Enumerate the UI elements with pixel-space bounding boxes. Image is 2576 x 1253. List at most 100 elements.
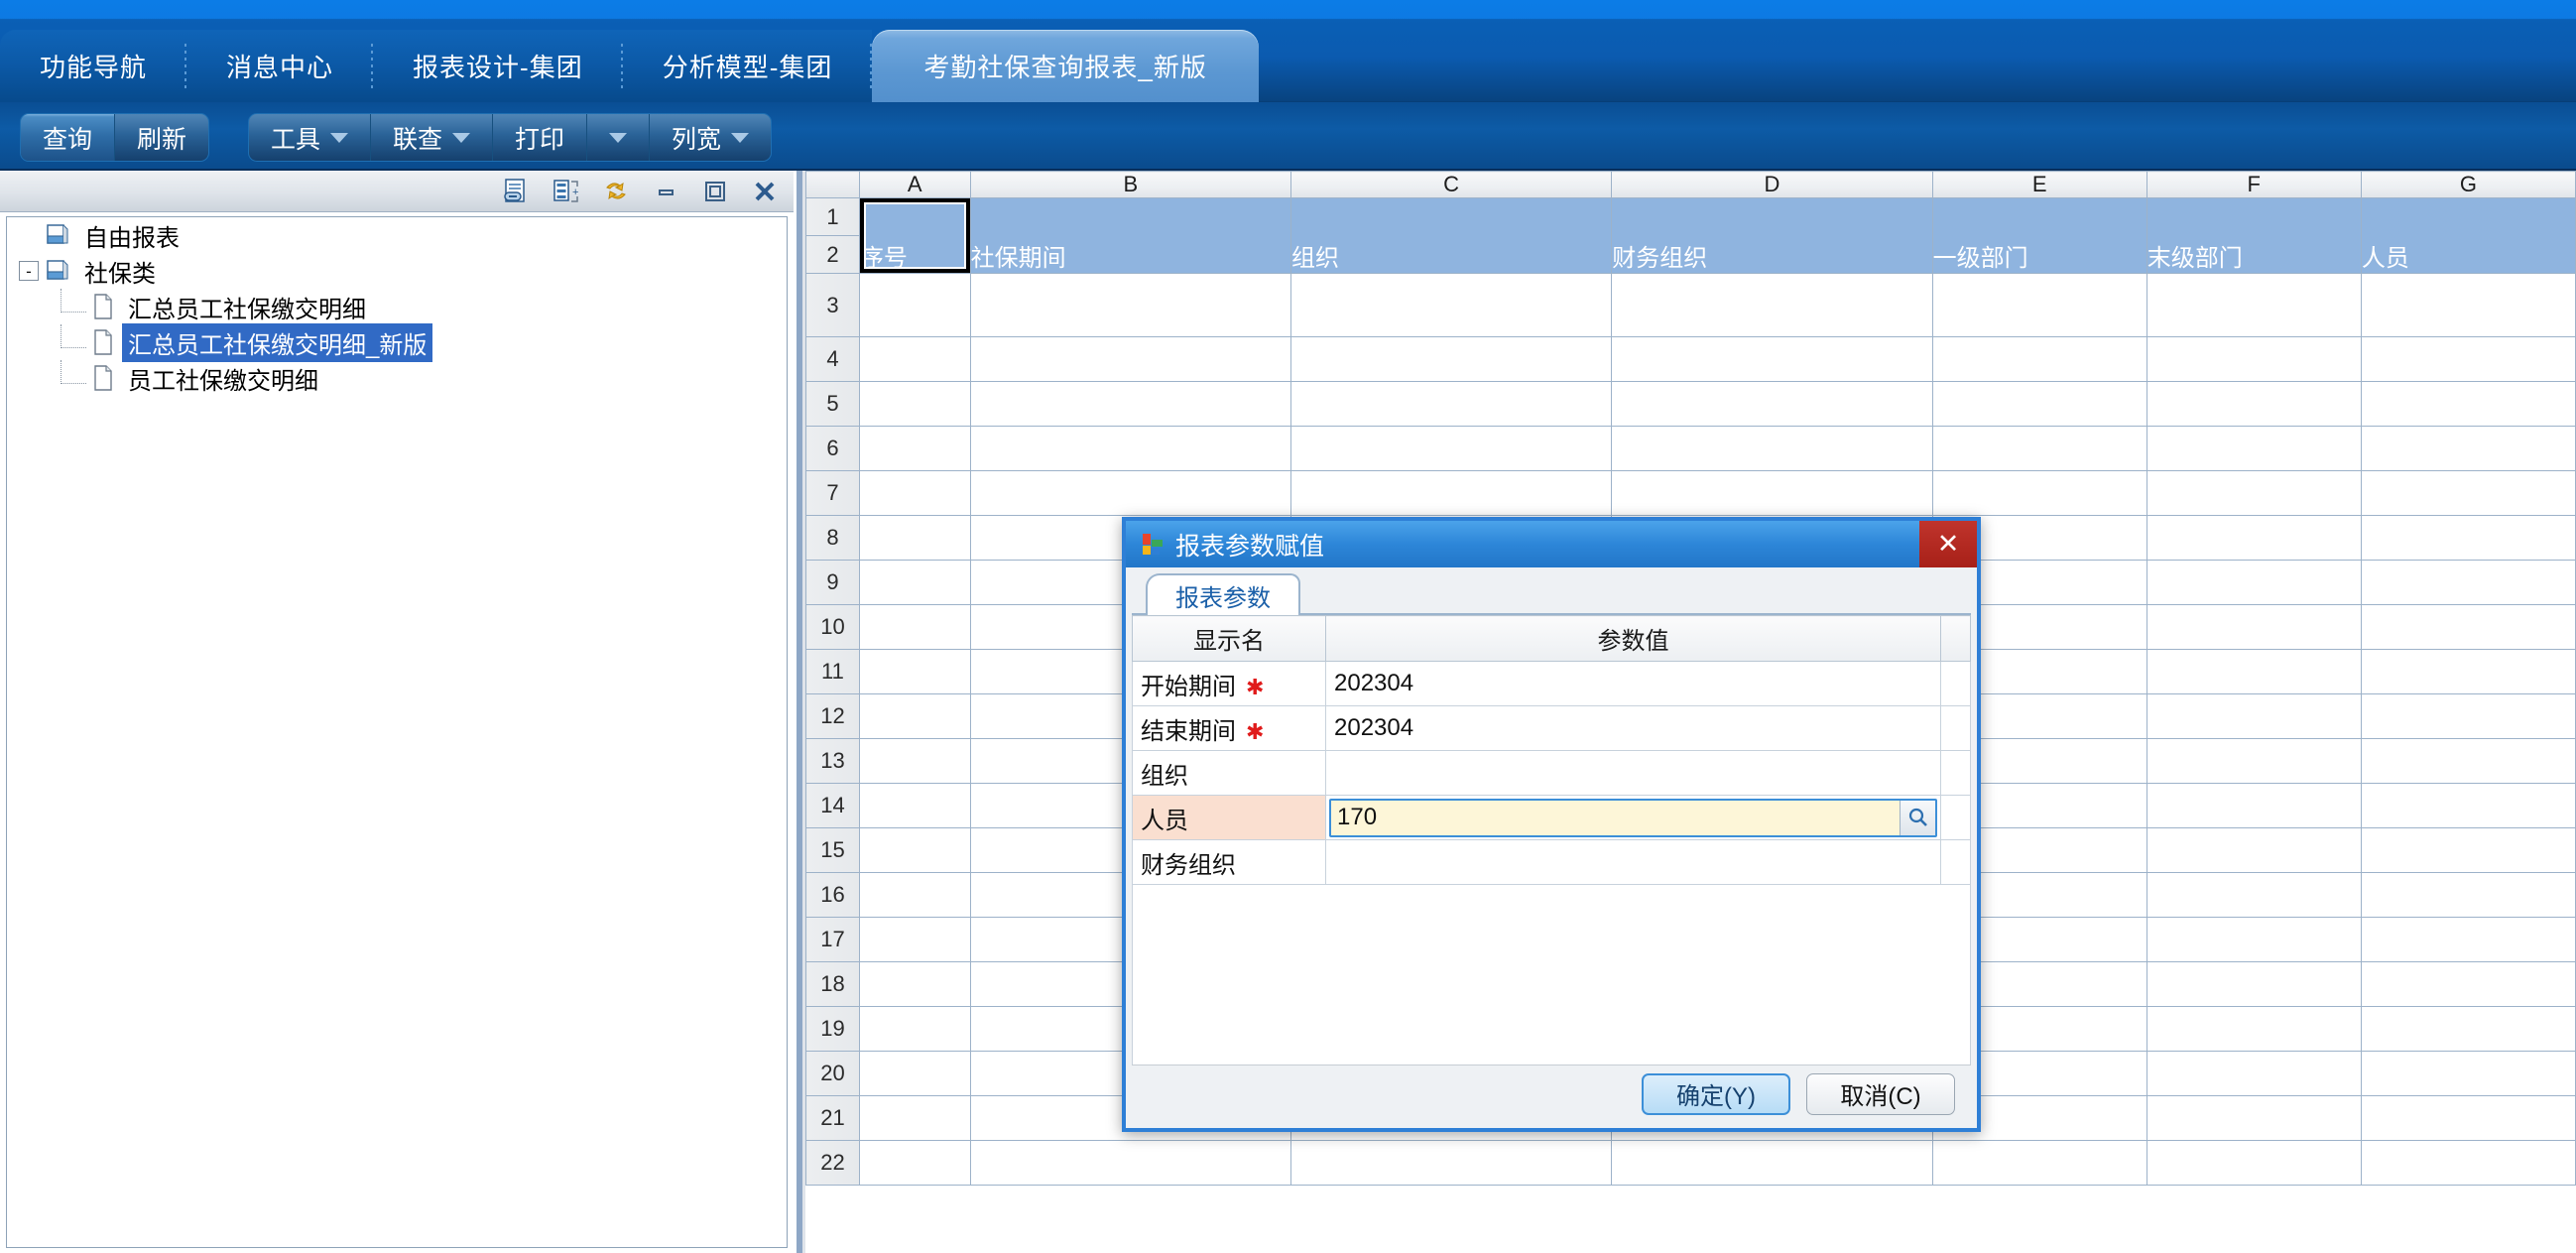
cell-C3[interactable] bbox=[1289, 273, 1613, 337]
cell-A22[interactable] bbox=[858, 1140, 971, 1186]
row-header-12[interactable]: 12 bbox=[805, 693, 860, 739]
row-header-16[interactable]: 16 bbox=[805, 872, 860, 918]
cell-G21[interactable] bbox=[2360, 1095, 2576, 1141]
cell-F16[interactable] bbox=[2146, 872, 2362, 918]
cell-G10[interactable] bbox=[2360, 604, 2576, 650]
cell-G15[interactable] bbox=[2360, 827, 2576, 873]
cell-E22[interactable] bbox=[1931, 1140, 2147, 1186]
cell-D22[interactable] bbox=[1611, 1140, 1933, 1186]
cell-F20[interactable] bbox=[2146, 1051, 2362, 1096]
toolbar-button-group2-0[interactable]: 工具 bbox=[249, 114, 372, 161]
cancel-button[interactable]: 取消(C) bbox=[1806, 1072, 1955, 1115]
toolbar-button-group2-4[interactable]: 列宽 bbox=[650, 114, 772, 161]
person-input[interactable] bbox=[1331, 800, 1900, 835]
parameter-value-editor[interactable] bbox=[1329, 798, 1937, 837]
cell-F7[interactable] bbox=[2146, 470, 2362, 516]
cell-F9[interactable] bbox=[2146, 560, 2362, 605]
cell-G16[interactable] bbox=[2360, 872, 2576, 918]
cell-A6[interactable] bbox=[858, 426, 971, 471]
row-header-7[interactable]: 7 bbox=[805, 470, 860, 516]
tree-item[interactable]: 汇总员工社保缴交明细 bbox=[7, 289, 787, 324]
cell-A12[interactable] bbox=[858, 693, 971, 739]
row-header-21[interactable]: 21 bbox=[805, 1095, 860, 1141]
row-header-14[interactable]: 14 bbox=[805, 783, 860, 828]
cell-G12[interactable] bbox=[2360, 693, 2576, 739]
toolbar-button-group2-2[interactable]: 打印 bbox=[493, 114, 588, 161]
parameter-row[interactable]: 财务组织 bbox=[1132, 839, 1971, 885]
header-cell-A[interactable]: 序号 bbox=[858, 197, 971, 274]
cell-F11[interactable] bbox=[2146, 649, 2362, 694]
cell-A4[interactable] bbox=[858, 336, 971, 382]
parameter-row[interactable]: 人员 bbox=[1132, 795, 1971, 840]
cell-A18[interactable] bbox=[858, 961, 971, 1007]
header-cell-G[interactable]: 人员 bbox=[2360, 197, 2576, 274]
cell-D6[interactable] bbox=[1611, 426, 1933, 471]
column-header-A[interactable]: A bbox=[858, 171, 971, 198]
cell-F8[interactable] bbox=[2146, 515, 2362, 561]
parameter-value-cell[interactable]: 202304 bbox=[1325, 705, 1941, 751]
cell-B7[interactable] bbox=[969, 470, 1291, 516]
cell-B22[interactable] bbox=[969, 1140, 1291, 1186]
cell-F15[interactable] bbox=[2146, 827, 2362, 873]
ok-button[interactable]: 确定(Y) bbox=[1642, 1072, 1790, 1115]
cell-A19[interactable] bbox=[858, 1006, 971, 1052]
tree-item[interactable]: 汇总员工社保缴交明细_新版 bbox=[7, 322, 787, 362]
row-header-17[interactable]: 17 bbox=[805, 917, 860, 962]
refresh-icon[interactable] bbox=[599, 177, 633, 206]
cell-F19[interactable] bbox=[2146, 1006, 2362, 1052]
tree-item[interactable]: 自由报表 bbox=[7, 217, 787, 253]
cell-A8[interactable] bbox=[858, 515, 971, 561]
cell-G5[interactable] bbox=[2360, 381, 2576, 427]
cell-G19[interactable] bbox=[2360, 1006, 2576, 1052]
cell-F12[interactable] bbox=[2146, 693, 2362, 739]
cell-F6[interactable] bbox=[2146, 426, 2362, 471]
row-header-2[interactable]: 2 bbox=[805, 235, 860, 274]
header-cell-E[interactable]: 一级部门 bbox=[1931, 197, 2147, 274]
row-header-5[interactable]: 5 bbox=[805, 381, 860, 427]
cell-B4[interactable] bbox=[969, 336, 1291, 382]
row-header-8[interactable]: 8 bbox=[805, 515, 860, 561]
nav-tab-3[interactable]: 分析模型-集团 bbox=[622, 30, 873, 102]
nav-tab-0[interactable]: 功能导航 bbox=[0, 30, 187, 102]
cell-A15[interactable] bbox=[858, 827, 971, 873]
row-header-10[interactable]: 10 bbox=[805, 604, 860, 650]
row-header-6[interactable]: 6 bbox=[805, 426, 860, 471]
cell-G7[interactable] bbox=[2360, 470, 2576, 516]
column-header-C[interactable]: C bbox=[1289, 171, 1613, 198]
cell-G11[interactable] bbox=[2360, 649, 2576, 694]
parameters-table[interactable]: 显示名参数值开始期间 ✱ 202304 结束期间 ✱ 202304 组织人员财务组织 bbox=[1132, 615, 1971, 885]
parameter-row[interactable]: 开始期间 ✱ 202304 bbox=[1132, 661, 1971, 706]
cell-F5[interactable] bbox=[2146, 381, 2362, 427]
cell-A20[interactable] bbox=[858, 1051, 971, 1096]
toolbar-button-group1-1[interactable]: 刷新 bbox=[115, 114, 209, 161]
cell-B6[interactable] bbox=[969, 426, 1291, 471]
table-row[interactable]: 5 bbox=[805, 381, 2576, 427]
cell-F10[interactable] bbox=[2146, 604, 2362, 650]
cell-A14[interactable] bbox=[858, 783, 971, 828]
search-icon[interactable] bbox=[1900, 800, 1935, 835]
cell-C5[interactable] bbox=[1289, 381, 1613, 427]
table-row[interactable]: 22 bbox=[805, 1140, 2576, 1186]
table-row[interactable]: 3 bbox=[805, 273, 2576, 337]
table-row[interactable]: 7 bbox=[805, 470, 2576, 516]
toolbar-button-group2-3[interactable] bbox=[587, 114, 651, 161]
panel-splitter[interactable] bbox=[794, 171, 805, 1253]
cell-E7[interactable] bbox=[1931, 470, 2147, 516]
cell-D4[interactable] bbox=[1611, 336, 1933, 382]
cell-E3[interactable] bbox=[1931, 273, 2147, 337]
cell-A5[interactable] bbox=[858, 381, 971, 427]
cell-A16[interactable] bbox=[858, 872, 971, 918]
parameter-value-cell[interactable] bbox=[1325, 839, 1941, 885]
column-header-G[interactable]: G bbox=[2360, 171, 2576, 198]
cell-E4[interactable] bbox=[1931, 336, 2147, 382]
cell-G8[interactable] bbox=[2360, 515, 2576, 561]
dialog-close-button[interactable]: ✕ bbox=[1919, 521, 1977, 567]
cell-G6[interactable] bbox=[2360, 426, 2576, 471]
row-header-15[interactable]: 15 bbox=[805, 827, 860, 873]
nav-tab-1[interactable]: 消息中心 bbox=[186, 30, 374, 102]
row-header-13[interactable]: 13 bbox=[805, 738, 860, 784]
row-header-19[interactable]: 19 bbox=[805, 1006, 860, 1052]
cell-G18[interactable] bbox=[2360, 961, 2576, 1007]
cell-A10[interactable] bbox=[858, 604, 971, 650]
header-cell-F[interactable]: 末级部门 bbox=[2146, 197, 2362, 274]
